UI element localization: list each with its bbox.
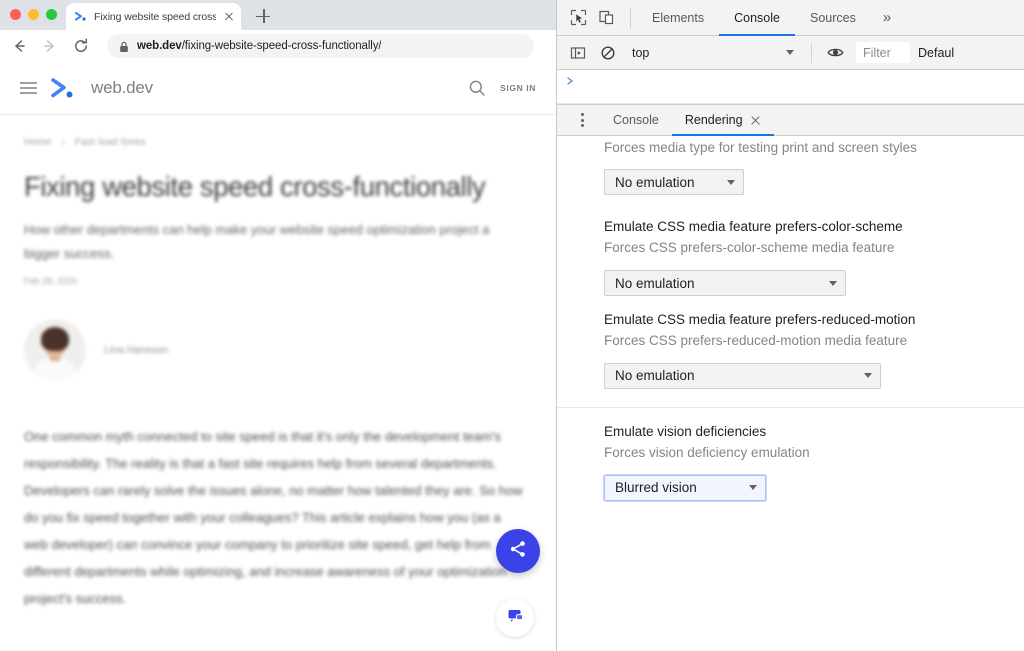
console-prompt-chevron-icon: [566, 73, 576, 85]
prefers-reduced-motion-description: Forces CSS prefers-reduced-motion media …: [604, 333, 908, 349]
article-date: Feb 28, 2020: [24, 275, 78, 286]
breadcrumb-current: Fast load times: [74, 137, 146, 148]
share-icon: [508, 539, 528, 564]
chevron-down-icon: [786, 50, 794, 55]
rendering-panel: Forces media type for testing print and …: [557, 136, 1024, 651]
tab-strip: Fixing website speed cross-fu: [0, 0, 556, 30]
rendering-section-prefers-color-scheme: Emulate CSS media feature prefers-color-…: [557, 217, 1024, 297]
devtools-toolbar: Elements Console Sources »: [557, 0, 1024, 36]
minimize-window-button[interactable]: [28, 9, 39, 20]
media-type-select[interactable]: No emulation: [604, 169, 744, 196]
console-sidebar-icon[interactable]: [565, 40, 591, 66]
article-body: One common myth connected to site speed …: [24, 428, 523, 606]
hamburger-icon[interactable]: [20, 82, 37, 94]
inspect-element-icon[interactable]: [565, 5, 591, 31]
tab-elements[interactable]: Elements: [637, 0, 719, 35]
chevron-down-icon: [829, 280, 837, 286]
drawer-tabbar: Console Rendering: [557, 105, 1024, 136]
address-bar-url: web.dev/fixing-website-speed-cross-funct…: [137, 40, 381, 52]
devtools-tool-buttons: [557, 5, 624, 31]
webdev-logo-icon[interactable]: [51, 77, 77, 99]
breadcrumb: Home › Fast load times: [0, 115, 556, 148]
more-tabs-icon[interactable]: »: [871, 9, 903, 26]
console-message-area[interactable]: [557, 70, 1024, 104]
author-block: Lina Hansson: [24, 318, 532, 381]
vision-deficiencies-description: Forces vision deficiency emulation: [604, 444, 810, 460]
reload-icon[interactable]: [72, 37, 90, 55]
page-title: Fixing website speed cross-functionally: [24, 171, 486, 202]
drawer-tab-rendering-label: Rendering: [684, 113, 743, 127]
new-tab-button[interactable]: [255, 7, 273, 25]
live-expression-eye-icon[interactable]: [822, 40, 848, 66]
webdev-favicon-icon: [75, 10, 88, 23]
maximize-window-button[interactable]: [46, 9, 57, 20]
devtools-panel: Elements Console Sources » top Filter De…: [557, 0, 1024, 651]
url-domain: web.dev: [137, 40, 182, 52]
page-viewport: web.dev SIGN IN Home › Fast load times F…: [0, 62, 556, 651]
browser-tab-title: Fixing website speed cross-fu: [94, 10, 216, 23]
device-toolbar-icon[interactable]: [593, 5, 619, 31]
media-type-select-value: No emulation: [615, 174, 695, 190]
share-button[interactable]: [496, 529, 540, 573]
sign-in-button[interactable]: SIGN IN: [500, 83, 536, 93]
article: Fixing website speed cross-functionally …: [0, 170, 556, 612]
vision-deficiencies-select-value: Blurred vision: [615, 480, 697, 496]
rendering-section-vision-deficiencies: Emulate vision deficiencies Forces visio…: [557, 422, 1024, 502]
console-toolbar-divider: [811, 42, 812, 63]
lock-icon: [119, 40, 129, 52]
site-brand[interactable]: web.dev: [91, 78, 153, 98]
vision-deficiencies-select[interactable]: Blurred vision: [603, 473, 767, 502]
console-log-levels[interactable]: Defaul: [914, 46, 958, 60]
chevron-down-icon: [864, 373, 872, 379]
devtools-drawer: Console Rendering Forces media type for …: [557, 104, 1024, 651]
drawer-tab-console[interactable]: Console: [600, 105, 672, 135]
clear-console-icon[interactable]: [595, 40, 621, 66]
close-window-button[interactable]: [10, 9, 21, 20]
site-header: web.dev SIGN IN: [0, 62, 556, 115]
console-context-value: top: [632, 45, 650, 60]
tab-sources[interactable]: Sources: [795, 0, 871, 35]
author-name[interactable]: Lina Hansson: [104, 344, 168, 356]
devtools-tabs: Elements Console Sources: [637, 0, 871, 36]
article-subtitle: How other departments can help make your…: [24, 221, 490, 261]
more-options-icon[interactable]: [569, 113, 595, 127]
back-arrow-icon[interactable]: [10, 37, 28, 55]
feedback-button[interactable]: [496, 599, 534, 637]
rendering-section-prefers-reduced-motion: Emulate CSS media feature prefers-reduce…: [557, 310, 1024, 389]
prefers-color-scheme-description: Forces CSS prefers-color-scheme media fe…: [604, 240, 895, 256]
prefers-color-scheme-title: Emulate CSS media feature prefers-color-…: [604, 219, 903, 235]
tab-console[interactable]: Console: [719, 0, 795, 36]
rendering-section-media-type: Forces media type for testing print and …: [557, 136, 1024, 196]
close-rendering-tab-icon[interactable]: [750, 115, 761, 126]
navigation-bar: web.dev/fixing-website-speed-cross-funct…: [0, 30, 556, 62]
toolbar-divider: [630, 7, 631, 28]
browser-window: Fixing website speed cross-fu web.dev/fi…: [0, 0, 557, 651]
breadcrumb-home[interactable]: Home: [24, 137, 51, 148]
screen: Fixing website speed cross-fu web.dev/fi…: [0, 0, 1024, 651]
forward-arrow-icon[interactable]: [41, 37, 59, 55]
feedback-icon: [507, 607, 524, 629]
address-bar[interactable]: web.dev/fixing-website-speed-cross-funct…: [107, 34, 534, 58]
prefers-color-scheme-select-value: No emulation: [615, 275, 695, 291]
prefers-reduced-motion-select-value: No emulation: [615, 368, 695, 384]
drawer-tab-rendering[interactable]: Rendering: [671, 105, 774, 136]
url-path: /fixing-website-speed-cross-functionally…: [181, 40, 382, 52]
search-icon[interactable]: [468, 79, 486, 97]
breadcrumb-separator: ›: [61, 137, 65, 148]
close-tab-icon[interactable]: [222, 10, 235, 23]
browser-tab[interactable]: Fixing website speed cross-fu: [66, 3, 241, 30]
window-controls[interactable]: [10, 9, 57, 20]
media-type-description: Forces media type for testing print and …: [604, 140, 917, 155]
avatar: [24, 318, 86, 381]
chevron-down-icon: [749, 485, 757, 491]
console-context-selector[interactable]: top: [625, 42, 801, 64]
chevron-down-icon: [727, 179, 735, 185]
prefers-color-scheme-select[interactable]: No emulation: [604, 270, 846, 297]
console-filter-input[interactable]: Filter: [856, 42, 910, 63]
prefers-reduced-motion-select[interactable]: No emulation: [604, 362, 881, 389]
vision-deficiencies-title: Emulate vision deficiencies: [604, 423, 767, 439]
drawer-tab-console-label: Console: [613, 113, 659, 127]
prefers-reduced-motion-title: Emulate CSS media feature prefers-reduce…: [604, 312, 916, 328]
console-toolbar: top Filter Defaul: [557, 36, 1024, 70]
